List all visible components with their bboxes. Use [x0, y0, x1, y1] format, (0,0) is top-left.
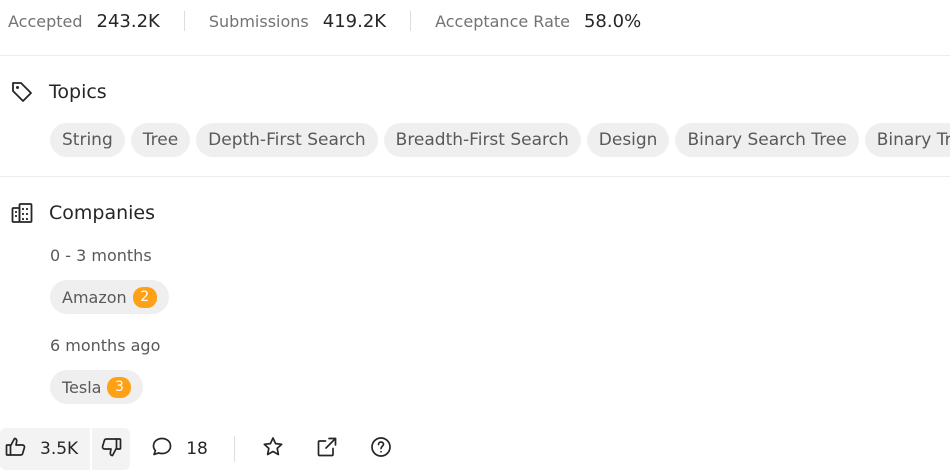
company-period-label: 6 months ago [50, 336, 161, 355]
companies-title: Companies [49, 202, 156, 224]
favorite-button[interactable] [255, 431, 291, 467]
topic-tag[interactable]: Tree [130, 123, 191, 157]
dislike-button[interactable] [90, 428, 131, 470]
company-name: Amazon [62, 287, 127, 307]
like-count: 3.5K [40, 439, 79, 459]
topics-title: Topics [49, 81, 107, 103]
stat-acceptance-rate: Acceptance Rate 58.0% [435, 11, 641, 32]
companies-header[interactable]: Companies [10, 201, 155, 225]
star-icon [261, 435, 285, 463]
share-button[interactable] [309, 431, 345, 467]
building-icon [10, 201, 34, 225]
accepted-label: Accepted [8, 11, 83, 31]
company-tag-amazon[interactable]: Amazon 2 [50, 280, 169, 314]
like-button[interactable]: 3.5K [0, 428, 91, 470]
company-tag-tesla[interactable]: Tesla 3 [50, 370, 144, 404]
stat-accepted: Accepted 243.2K [8, 11, 160, 32]
comment-count: 18 [186, 439, 208, 459]
comments-button[interactable]: 18 [150, 435, 208, 463]
acceptance-rate-value: 58.0% [583, 10, 642, 32]
topic-tag[interactable]: Design [586, 123, 670, 157]
share-icon [315, 435, 339, 463]
topic-tag-list: String Tree Depth-First Search Breadth-F… [50, 123, 950, 157]
topic-tag[interactable]: Depth-First Search [196, 123, 378, 157]
help-icon [369, 435, 393, 463]
company-name: Tesla [62, 377, 102, 397]
company-count-badge: 2 [132, 286, 157, 308]
action-bar: 3.5K 18 [0, 428, 417, 470]
submissions-label: Submissions [208, 11, 309, 31]
tag-icon [10, 80, 34, 104]
section-divider [0, 55, 950, 56]
company-period-label: 0 - 3 months [50, 246, 152, 265]
topic-tag[interactable]: Binary Tree [864, 123, 950, 157]
acceptance-rate-label: Acceptance Rate [435, 11, 570, 31]
topics-header[interactable]: Topics [10, 80, 107, 104]
stat-submissions: Submissions 419.2K [209, 11, 386, 32]
topic-tag[interactable]: Breadth-First Search [383, 123, 581, 157]
comment-icon [150, 435, 174, 463]
thumbs-down-icon [99, 435, 123, 463]
topic-tag[interactable]: String [50, 123, 125, 157]
vote-group: 3.5K [0, 428, 131, 470]
action-divider [233, 436, 235, 462]
topic-tag[interactable]: Binary Search Tree [675, 123, 859, 157]
section-divider [0, 176, 950, 177]
help-button[interactable] [363, 431, 399, 467]
stat-divider [183, 11, 185, 31]
accepted-value: 243.2K [96, 10, 160, 32]
stats-bar: Accepted 243.2K Submissions 419.2K Accep… [8, 8, 641, 34]
company-count-badge: 3 [107, 376, 132, 398]
stat-divider [410, 11, 412, 31]
submissions-value: 419.2K [322, 10, 387, 32]
thumbs-up-icon [4, 435, 28, 463]
